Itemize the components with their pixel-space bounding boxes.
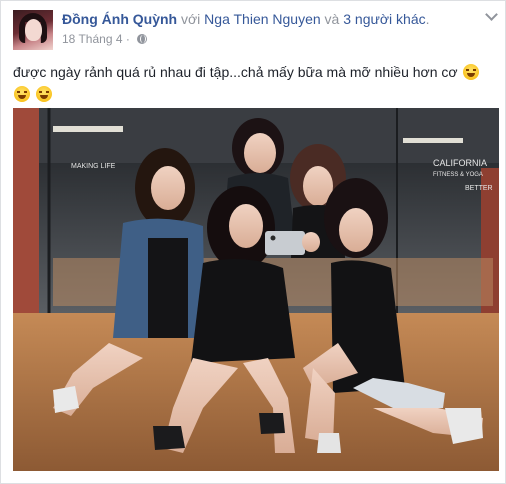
laughing-tears-emoji xyxy=(14,86,30,102)
post-text: được ngày rảnh quá rủ nhau đi tập...chả … xyxy=(13,61,497,105)
tagged-friend-link[interactable]: Nga Thien Nguyen xyxy=(204,11,320,27)
post-date-link[interactable]: 18 Tháng 4 xyxy=(62,32,123,46)
chevron-down-icon[interactable] xyxy=(486,10,496,20)
post-header: Đồng Ánh Quỳnh với Nga Thien Nguyen và 3… xyxy=(62,11,430,27)
sign-text: FITNESS & YOGA xyxy=(433,172,483,178)
brick-wall xyxy=(13,108,39,313)
post-photo[interactable]: CALIFORNIA FITNESS & YOGA MAKING LIFE BE… xyxy=(13,108,499,471)
sign-text: BETTER xyxy=(465,185,493,192)
globe-icon[interactable] xyxy=(137,34,148,44)
others-link[interactable]: 3 người khác xyxy=(343,11,425,27)
and-text: và xyxy=(324,11,340,27)
laughing-tears-emoji xyxy=(462,64,479,80)
facebook-post: Đồng Ánh Quỳnh với Nga Thien Nguyen và 3… xyxy=(0,0,506,484)
gym-group-photo: CALIFORNIA FITNESS & YOGA MAKING LIFE BE… xyxy=(13,108,499,471)
avatar-face xyxy=(25,19,42,41)
avatar[interactable] xyxy=(13,10,53,50)
ceiling-light xyxy=(403,138,463,143)
sign-text: MAKING LIFE xyxy=(71,163,116,170)
phone xyxy=(265,231,320,255)
header-period: . xyxy=(425,11,430,27)
meta-separator: · xyxy=(125,32,130,46)
laughing-tears-emoji xyxy=(35,86,52,102)
ceiling-light xyxy=(53,126,123,132)
sign-text: CALIFORNIA xyxy=(433,158,487,168)
with-text: với xyxy=(180,11,201,27)
post-message: được ngày rảnh quá rủ nhau đi tập...chả … xyxy=(13,64,458,80)
author-name-link[interactable]: Đồng Ánh Quỳnh xyxy=(62,11,177,27)
post-meta: 18 Tháng 4 · xyxy=(62,32,148,46)
